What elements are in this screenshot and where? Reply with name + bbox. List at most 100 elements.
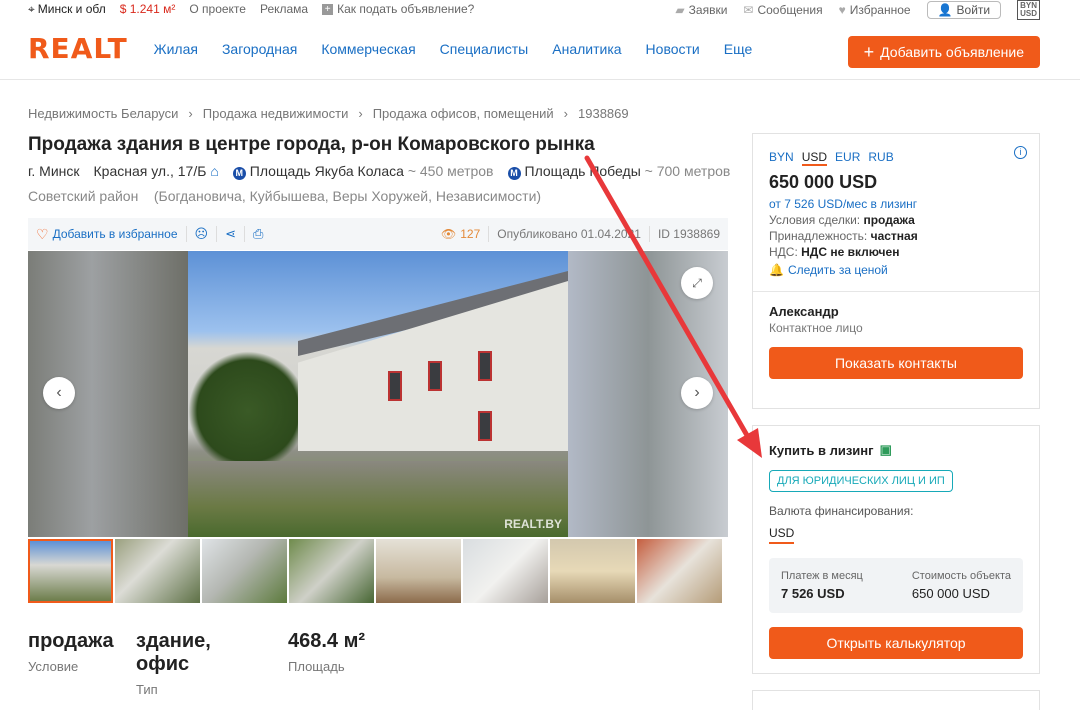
breadcrumb-item: 1938869 bbox=[578, 106, 629, 121]
top-bar: ⌖ Минск и обл $ 1.241 м² О проекте Рекла… bbox=[0, 0, 1080, 20]
share-icon[interactable]: ⋖ bbox=[225, 226, 236, 242]
object-cost: Стоимость объекта 650 000 USD bbox=[912, 570, 1011, 601]
owner-value: частная bbox=[870, 229, 918, 243]
terms-value: продажа bbox=[863, 213, 915, 227]
location-selector[interactable]: ⌖ Минск и обл bbox=[28, 2, 106, 17]
chevron-right-icon: › bbox=[694, 384, 700, 401]
add-favorite-label: Добавить в избранное bbox=[52, 227, 178, 241]
metro-2-name: Площадь Победы bbox=[524, 163, 641, 179]
breadcrumb-item[interactable]: Недвижимость Беларуси bbox=[28, 106, 178, 121]
breadcrumb-item[interactable]: Продажа недвижимости bbox=[203, 106, 349, 121]
bell-icon: 🔔 bbox=[769, 263, 784, 277]
price-value: 650 000 USD bbox=[769, 172, 878, 192]
currency-tab-eur[interactable]: EUR bbox=[835, 150, 860, 166]
nav-country[interactable]: Загородная bbox=[222, 41, 297, 57]
metro-1: M Площадь Якуба Коласа ~ 450 метров bbox=[232, 163, 494, 180]
print-icon[interactable]: ⎙ bbox=[253, 226, 263, 242]
fact-area: 468.4 м² Площадь bbox=[288, 630, 365, 697]
info-icon[interactable]: i bbox=[1014, 146, 1027, 159]
divider bbox=[488, 226, 490, 242]
thumbnail[interactable] bbox=[463, 539, 548, 603]
fullscreen-button[interactable]: ⤢ bbox=[681, 267, 713, 299]
thumbnail[interactable] bbox=[289, 539, 374, 603]
price-card: i BYN USD EUR RUB 650 000 USD от 7 526 U… bbox=[752, 133, 1040, 409]
divider bbox=[216, 226, 218, 242]
leasing-title-label: Купить в лизинг bbox=[769, 442, 874, 458]
requests-link[interactable]: ▰ Заявки bbox=[675, 3, 727, 17]
currency-tab-usd[interactable]: USD bbox=[801, 150, 828, 166]
nav-residential[interactable]: Жилая bbox=[154, 41, 198, 57]
expand-icon: ⤢ bbox=[692, 275, 702, 290]
main-nav: Жилая Загородная Коммерческая Специалист… bbox=[154, 41, 753, 57]
street: Красная ул., 17/Б ⌂ bbox=[94, 163, 219, 179]
metro-1-name: Площадь Якуба Коласа bbox=[249, 163, 404, 179]
thumbnail[interactable] bbox=[637, 539, 722, 603]
photo-gallery[interactable]: REALT.BY ‹ › ⤢ bbox=[28, 251, 728, 537]
legal-entity-tag[interactable]: ДЛЯ ЮРИДИЧЕСКИХ ЛИЦ И ИП bbox=[769, 470, 953, 492]
divider bbox=[185, 226, 187, 242]
monthly-label: Платеж в месяц bbox=[781, 570, 863, 582]
city: г. Минск bbox=[28, 163, 80, 180]
show-contacts-button[interactable]: Показать контакты bbox=[769, 347, 1023, 379]
fact-label: Условие bbox=[28, 659, 79, 674]
messages-link[interactable]: ✉ Сообщения bbox=[743, 3, 822, 17]
realt-logo[interactable]: REALT bbox=[28, 32, 128, 65]
currency-switch[interactable]: BYN USD bbox=[1017, 0, 1040, 20]
fact-type: здание, офис Тип bbox=[136, 630, 264, 697]
breadcrumb-item[interactable]: Продажа офисов, помещений bbox=[373, 106, 554, 121]
messages-label: Сообщения bbox=[757, 3, 823, 17]
currency-bottom: USD bbox=[1020, 9, 1037, 18]
views-count: 👁 127 bbox=[441, 227, 480, 241]
login-button[interactable]: 👤 Войти bbox=[926, 1, 1002, 19]
nav-specialists[interactable]: Специалисты bbox=[440, 41, 529, 57]
metro-1-distance: ~ 450 метров bbox=[407, 163, 494, 179]
about-link[interactable]: О проекте bbox=[189, 2, 246, 16]
vat-row: НДС: НДС не включен bbox=[769, 245, 1023, 259]
add-listing-label: Добавить объявление bbox=[880, 44, 1024, 60]
published-date: Опубликовано 01.04.2021 bbox=[497, 227, 641, 241]
metro-icon: M bbox=[232, 166, 246, 180]
thumbnail[interactable] bbox=[202, 539, 287, 603]
tree-shape bbox=[188, 351, 308, 471]
heart-outline-icon: ♡ bbox=[36, 225, 49, 242]
chevron-right-icon: › bbox=[358, 106, 363, 121]
window-shape bbox=[388, 371, 402, 401]
vat-label: НДС: bbox=[769, 245, 798, 259]
ads-link[interactable]: Реклама bbox=[260, 2, 308, 16]
watch-price-link[interactable]: 🔔 Следить за ценой bbox=[769, 263, 1023, 277]
favorites-link[interactable]: ♥ Избранное bbox=[839, 3, 911, 17]
thumbnail[interactable] bbox=[376, 539, 461, 603]
vat-value: НДС не включен bbox=[801, 245, 900, 259]
add-listing-button[interactable]: + Добавить объявление bbox=[847, 36, 1040, 68]
thumbnail[interactable] bbox=[115, 539, 200, 603]
main-photo[interactable]: REALT.BY bbox=[188, 251, 568, 537]
prev-photo-button[interactable]: ‹ bbox=[43, 377, 75, 409]
window-shape bbox=[478, 351, 492, 381]
nav-commercial[interactable]: Коммерческая bbox=[321, 41, 415, 57]
watch-price-label: Следить за ценой bbox=[787, 263, 888, 277]
how-to-link[interactable]: + Как подать объявление? bbox=[322, 2, 474, 16]
thumbnail-strip bbox=[28, 539, 728, 603]
currency-tab-byn[interactable]: BYN bbox=[769, 150, 794, 166]
nav-more[interactable]: Еще bbox=[724, 41, 753, 57]
financing-currency-value[interactable]: USD bbox=[769, 526, 795, 544]
owner-label: Принадлежность: bbox=[769, 229, 868, 243]
complain-icon[interactable]: ☹ bbox=[195, 226, 209, 242]
nav-news[interactable]: Новости bbox=[646, 41, 700, 57]
next-card bbox=[752, 690, 1040, 710]
nav-analytics[interactable]: Аналитика bbox=[552, 41, 621, 57]
leasing-link[interactable]: от 7 526 USD/мес в лизинг bbox=[769, 197, 1023, 211]
thumbnail[interactable] bbox=[550, 539, 635, 603]
next-photo-button[interactable]: › bbox=[681, 377, 713, 409]
login-label: Войти bbox=[956, 3, 991, 17]
currency-tab-rub[interactable]: RUB bbox=[868, 150, 893, 166]
add-favorite-button[interactable]: ♡ Добавить в избранное bbox=[36, 226, 178, 243]
open-calculator-button[interactable]: Открыть калькулятор bbox=[769, 627, 1023, 659]
folder-icon: ▰ bbox=[675, 3, 685, 17]
chevron-left-icon: ‹ bbox=[56, 384, 62, 401]
nearby-streets: (Богдановича, Куйбышева, Веры Хоружей, Н… bbox=[153, 188, 542, 204]
mail-icon: ✉ bbox=[743, 3, 754, 17]
metro-2-distance: ~ 700 метров bbox=[644, 163, 731, 179]
financing-currency-label: Валюта финансирования: bbox=[769, 504, 914, 518]
thumbnail[interactable] bbox=[28, 539, 113, 603]
